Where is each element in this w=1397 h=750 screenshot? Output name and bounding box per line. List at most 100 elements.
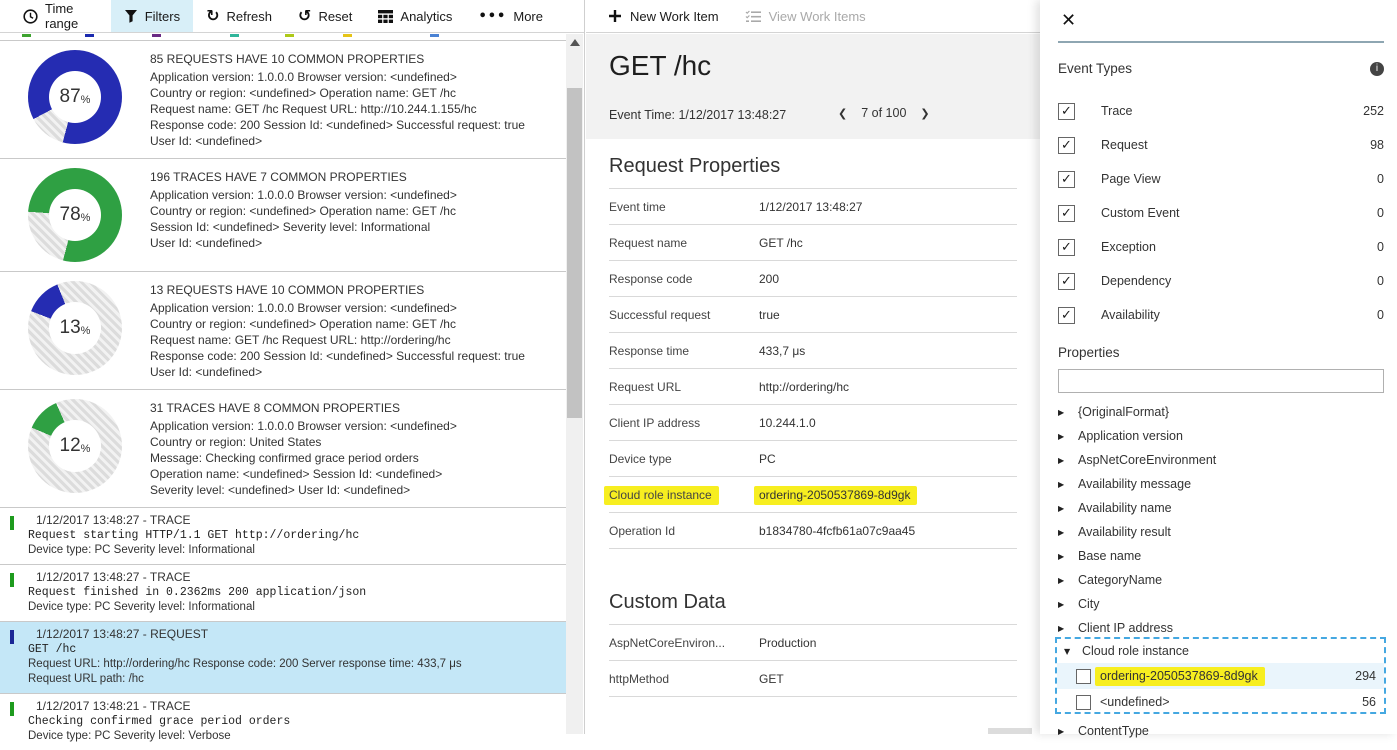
property-filter-item[interactable]: ▶Base name <box>1058 544 1384 568</box>
event-message: Request finished in 0.2362ms 200 applica… <box>28 585 556 600</box>
checkmark-icon: ✓ <box>1061 171 1072 187</box>
trace-event-row[interactable]: 1/12/2017 13:48:27 - TRACE Request start… <box>0 507 566 564</box>
analytics-grid-icon <box>378 10 393 23</box>
analytics-button[interactable]: Analytics <box>365 0 465 32</box>
donut-chart: 78% <box>28 168 122 262</box>
event-title: 1/12/2017 13:48:21 - TRACE <box>36 699 556 714</box>
properties-list: ▶{OriginalFormat} ▶Application version ▶… <box>1058 400 1384 640</box>
chevron-right-icon: ▶ <box>1058 504 1068 513</box>
time-range-button[interactable]: Time range <box>10 0 111 32</box>
new-work-item-label: New Work Item <box>630 9 719 24</box>
legend-mark <box>343 34 352 37</box>
event-type-row: ✓ Exception 0 <box>1058 230 1384 264</box>
property-filter-item[interactable]: ▶CategoryName <box>1058 568 1384 592</box>
event-details: Device type: PC Severity level: Informat… <box>28 600 556 615</box>
value-checkbox[interactable] <box>1076 669 1091 684</box>
panel-divider <box>1058 41 1384 43</box>
chevron-right-icon: ▶ <box>1058 432 1068 441</box>
event-details: Device type: PC Severity level: Verbose <box>28 729 556 744</box>
custom-event-checkbox[interactable]: ✓ <box>1058 205 1075 222</box>
next-event-button[interactable]: ❯ <box>920 107 929 120</box>
legend-strip <box>0 34 566 39</box>
checkmark-icon: ✓ <box>1061 137 1072 153</box>
property-filter-item[interactable]: ▶ ContentType <box>1058 719 1384 743</box>
prev-event-button[interactable]: ❮ <box>838 107 847 120</box>
property-row: Response code200 <box>609 261 1017 297</box>
plus-icon <box>608 9 622 23</box>
common-properties-group[interactable]: 78% 196 TRACES HAVE 7 COMMON PROPERTIES … <box>0 158 566 271</box>
group-properties: Application version: 1.0.0.0 Browser ver… <box>150 69 550 149</box>
donut-percent: 78% <box>49 189 101 241</box>
chevron-right-icon: ▶ <box>1058 408 1068 417</box>
count-badge: 0 <box>1377 308 1384 322</box>
property-filter-item[interactable]: ▶AspNetCoreEnvironment <box>1058 448 1384 472</box>
trace-event-row[interactable]: 1/12/2017 13:48:27 - TRACE Request finis… <box>0 564 566 621</box>
chevron-down-icon: ▼ <box>1064 647 1074 656</box>
property-filter-item[interactable]: ▶Availability message <box>1058 472 1384 496</box>
refresh-button[interactable]: ↻ Refresh <box>193 0 285 32</box>
trace-event-row[interactable]: 1/12/2017 13:48:21 - TRACE Checking conf… <box>0 693 566 750</box>
trace-checkbox[interactable]: ✓ <box>1058 103 1075 120</box>
donut-chart: 12% <box>28 399 122 493</box>
availability-checkbox[interactable]: ✓ <box>1058 307 1075 324</box>
event-title: 1/12/2017 13:48:27 - TRACE <box>36 570 556 585</box>
property-filter-item[interactable]: ▶{OriginalFormat} <box>1058 400 1384 424</box>
common-properties-group[interactable]: 87% 85 REQUESTS HAVE 10 COMMON PROPERTIE… <box>0 40 566 158</box>
close-icon[interactable]: ✕ <box>1061 10 1076 31</box>
filters-button[interactable]: Filters <box>111 0 193 32</box>
property-filter-item[interactable]: ▶Availability result <box>1058 520 1384 544</box>
event-type-row: ✓ Dependency 0 <box>1058 264 1384 298</box>
property-value-row: ordering-2050537869-8d9gk 294 <box>1057 663 1384 689</box>
checkmark-icon: ✓ <box>1061 205 1072 221</box>
scrollbar-thumb[interactable] <box>567 88 582 418</box>
event-time-label: Event Time: 1/12/2017 13:48:27 <box>609 108 786 122</box>
request-event-row-selected[interactable]: 1/12/2017 13:48:27 - REQUEST GET /hc Req… <box>0 621 566 693</box>
dependency-checkbox[interactable]: ✓ <box>1058 273 1075 290</box>
exception-checkbox[interactable]: ✓ <box>1058 239 1075 256</box>
horizontal-scrollbar[interactable] <box>988 728 1032 734</box>
view-work-items-label: View Work Items <box>769 9 866 24</box>
checkmark-icon: ✓ <box>1061 239 1072 255</box>
property-value-row: <undefined> 56 <box>1057 689 1384 715</box>
properties-search-input[interactable] <box>1058 369 1384 393</box>
checkmark-icon: ✓ <box>1061 307 1072 323</box>
count-badge: 0 <box>1377 172 1384 186</box>
chevron-right-icon: ▶ <box>1058 576 1068 585</box>
request-checkbox[interactable]: ✓ <box>1058 137 1075 154</box>
checkmark-icon: ✓ <box>1061 273 1072 289</box>
common-properties-group[interactable]: 13% 13 REQUESTS HAVE 10 COMMON PROPERTIE… <box>0 271 566 389</box>
analytics-label: Analytics <box>400 9 452 24</box>
common-properties-group[interactable]: 12% 31 TRACES HAVE 8 COMMON PROPERTIES A… <box>0 389 566 507</box>
severity-bar <box>10 573 14 587</box>
info-icon[interactable]: i <box>1370 62 1384 76</box>
detail-toolbar: New Work Item View Work Items <box>586 0 1040 33</box>
value-checkbox[interactable] <box>1076 695 1091 710</box>
event-detail-panel: New Work Item View Work Items GET /hc Ev… <box>586 0 1040 734</box>
event-types-heading: Event Types <box>1058 61 1132 76</box>
new-work-item-button[interactable]: New Work Item <box>608 9 719 24</box>
vertical-scrollbar[interactable] <box>566 34 583 734</box>
property-filter-item-expanded[interactable]: ▼ Cloud role instance <box>1057 639 1384 663</box>
event-title: 1/12/2017 13:48:27 - REQUEST <box>36 627 556 642</box>
page-view-checkbox[interactable]: ✓ <box>1058 171 1075 188</box>
properties-heading: Properties <box>1058 345 1120 360</box>
legend-mark <box>85 34 94 37</box>
donut-percent: 12% <box>49 420 101 472</box>
more-button[interactable]: ••• More <box>465 0 556 32</box>
property-filter-item[interactable]: ▶City <box>1058 592 1384 616</box>
cloud-role-instance-group: ▼ Cloud role instance ordering-205053786… <box>1055 637 1386 714</box>
event-details: Device type: PC Severity level: Informat… <box>28 543 556 558</box>
highlighted-value: ordering-2050537869-8d9gk <box>754 486 917 505</box>
count-badge: 0 <box>1377 274 1384 288</box>
reset-button[interactable]: ↺ Reset <box>285 0 365 32</box>
pager-text: 7 of 100 <box>861 106 906 120</box>
property-filter-item[interactable]: ▶Availability name <box>1058 496 1384 520</box>
severity-bar <box>10 702 14 716</box>
scroll-up-arrow[interactable] <box>570 39 580 46</box>
chevron-right-icon: ▶ <box>1058 624 1068 633</box>
donut-chart: 13% <box>28 281 122 375</box>
filters-label: Filters <box>145 9 180 24</box>
property-filter-item[interactable]: ▶Application version <box>1058 424 1384 448</box>
view-work-items-button[interactable]: View Work Items <box>745 9 866 24</box>
custom-data-table: AspNetCoreEnviron...Production httpMetho… <box>609 624 1017 697</box>
